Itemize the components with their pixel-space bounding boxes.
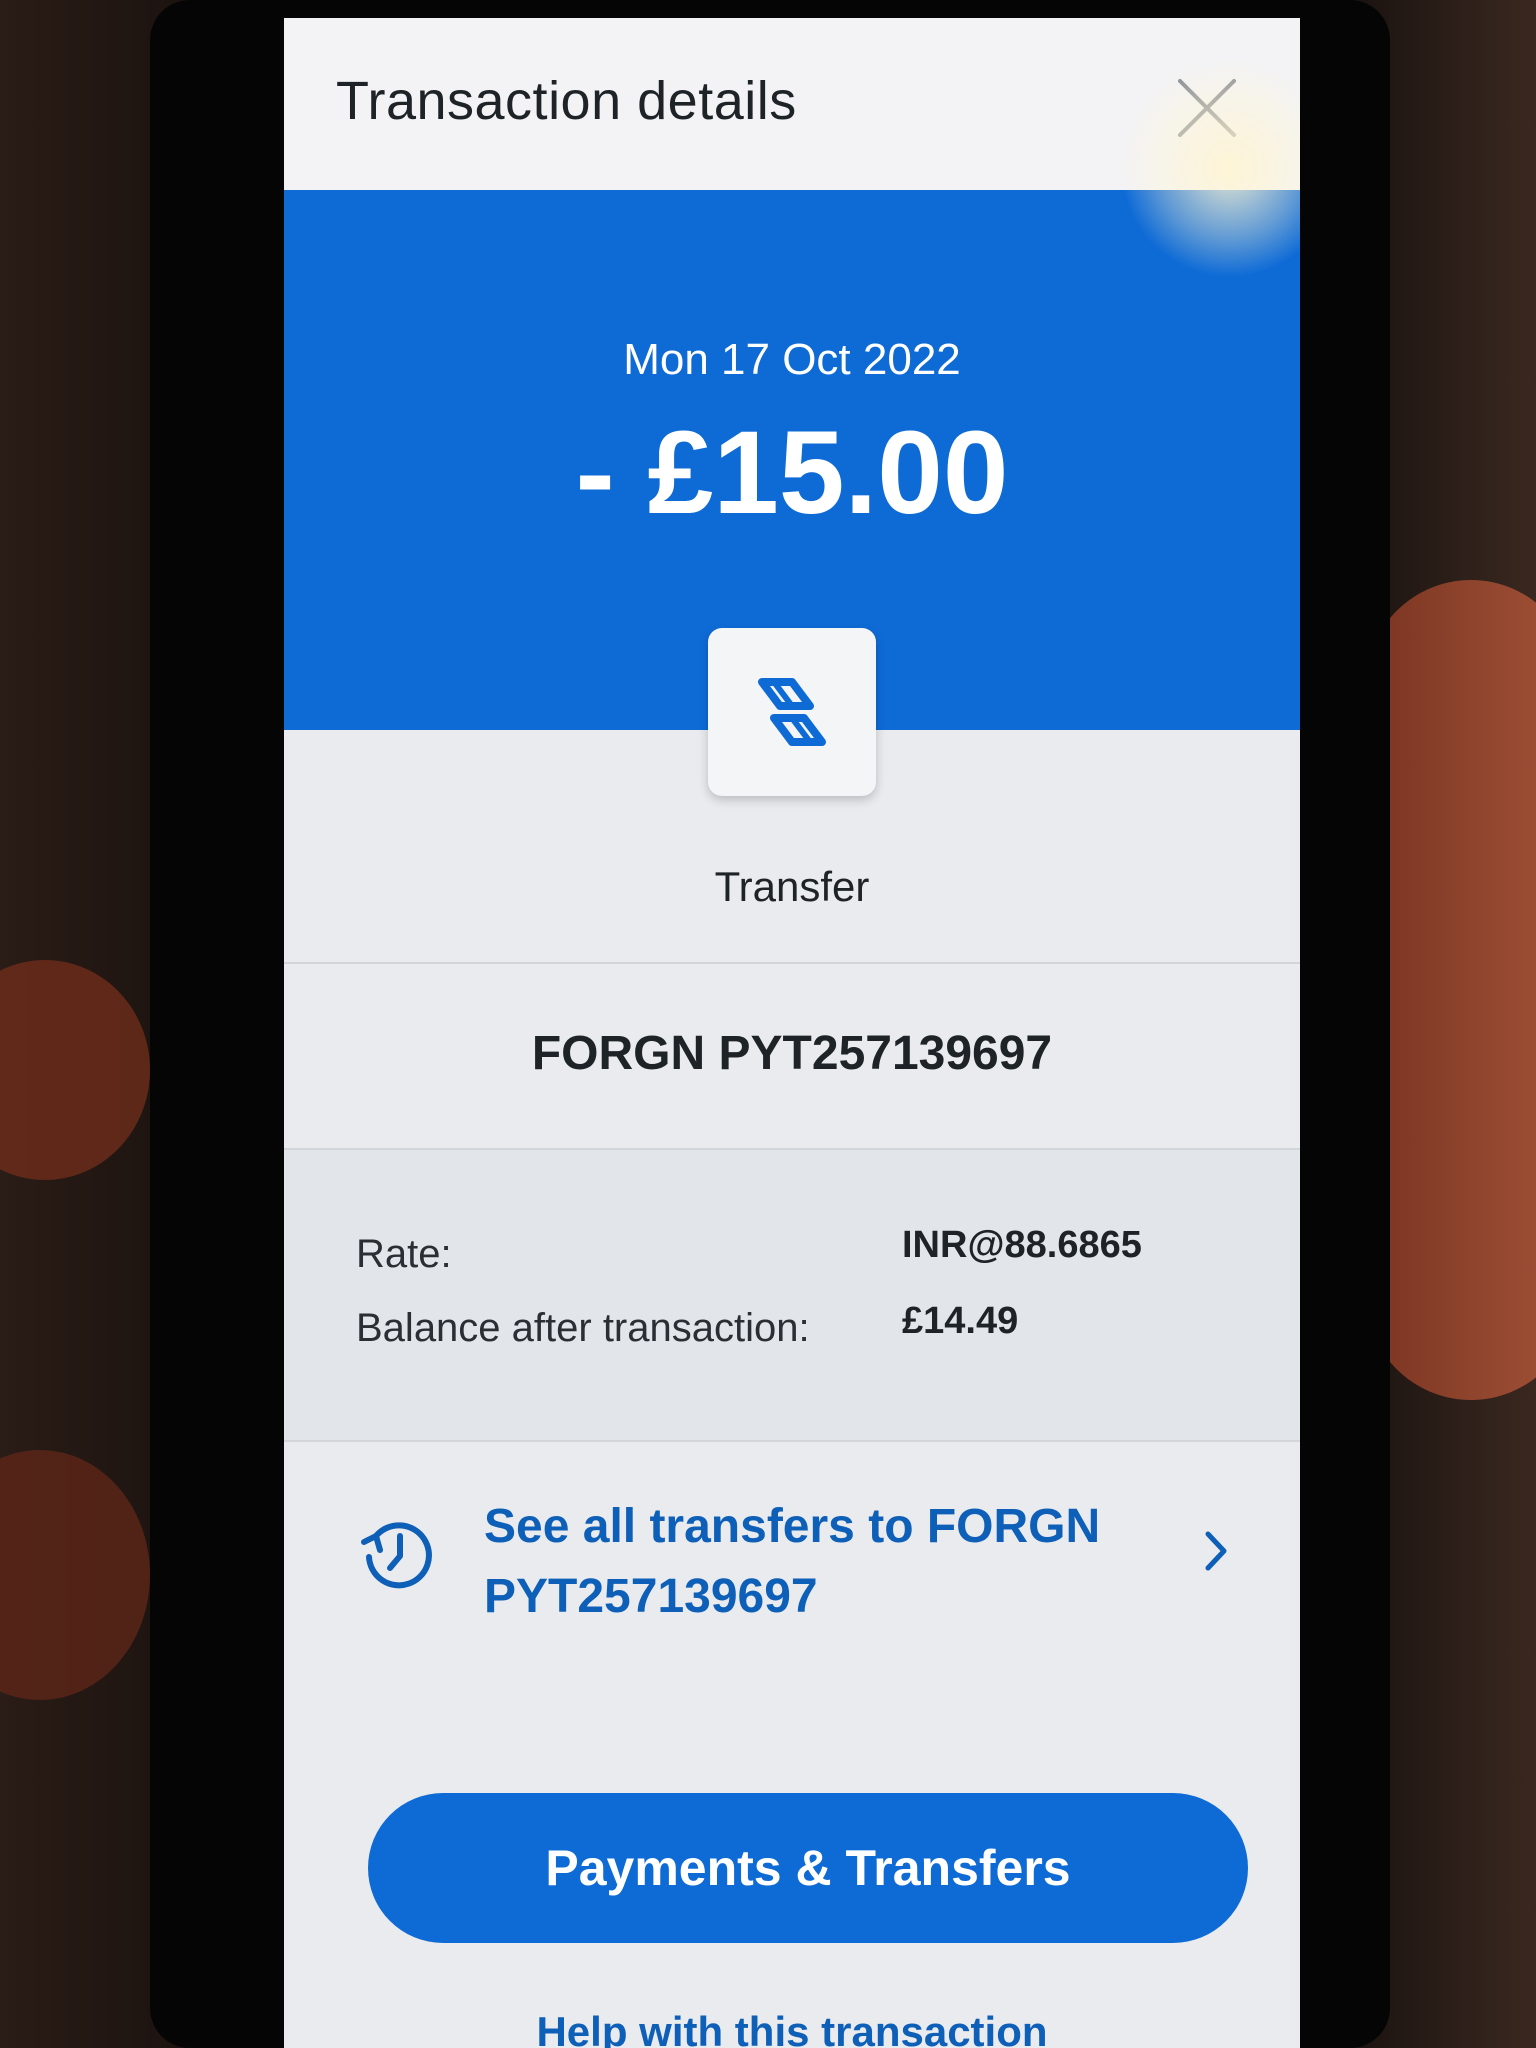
thumb-right	[1366, 580, 1536, 1400]
close-icon	[1178, 79, 1236, 137]
transaction-details-panel: Rate: INR@88.6865 Balance after transact…	[284, 1150, 1300, 1440]
history-icon	[361, 1522, 432, 1589]
rate-value: INR@88.6865	[902, 1224, 1142, 1266]
payee-name: FORGN PYT257139697	[531, 1027, 1053, 1080]
balance-value: £14.49	[902, 1300, 1019, 1342]
balance-label: Balance after transaction:	[356, 1306, 810, 1350]
see-all-transfers-text: See all transfers to FORGN PYT257139697	[484, 1492, 1124, 1632]
page-title: Transaction details	[336, 71, 797, 131]
rate-label: Rate:	[356, 1232, 452, 1276]
header: Transaction details	[284, 18, 1300, 190]
transaction-date: Mon 17 Oct 2022	[623, 335, 961, 384]
see-all-transfers-link[interactable]: See all transfers to FORGN PYT257139697	[284, 1442, 1300, 1672]
transaction-amount: - £15.00	[575, 407, 1009, 539]
phone-screen: Transaction details Mon 17 Oct 2022 - £1…	[284, 18, 1300, 2048]
see-all-line-1: See all transfers to FORGN	[484, 1500, 1101, 1553]
transaction-type-icon-box	[708, 628, 876, 796]
transaction-type-label: Transfer	[714, 863, 870, 910]
close-button[interactable]	[1172, 73, 1242, 143]
divider	[284, 962, 1300, 964]
help-with-transaction-link[interactable]: Help with this transaction	[284, 2008, 1300, 2048]
transfer-icon	[758, 678, 826, 746]
chevron-right-icon	[1205, 1531, 1227, 1571]
payments-transfers-button[interactable]: Payments & Transfers	[368, 1793, 1248, 1943]
see-all-line-2: PYT257139697	[484, 1570, 818, 1623]
